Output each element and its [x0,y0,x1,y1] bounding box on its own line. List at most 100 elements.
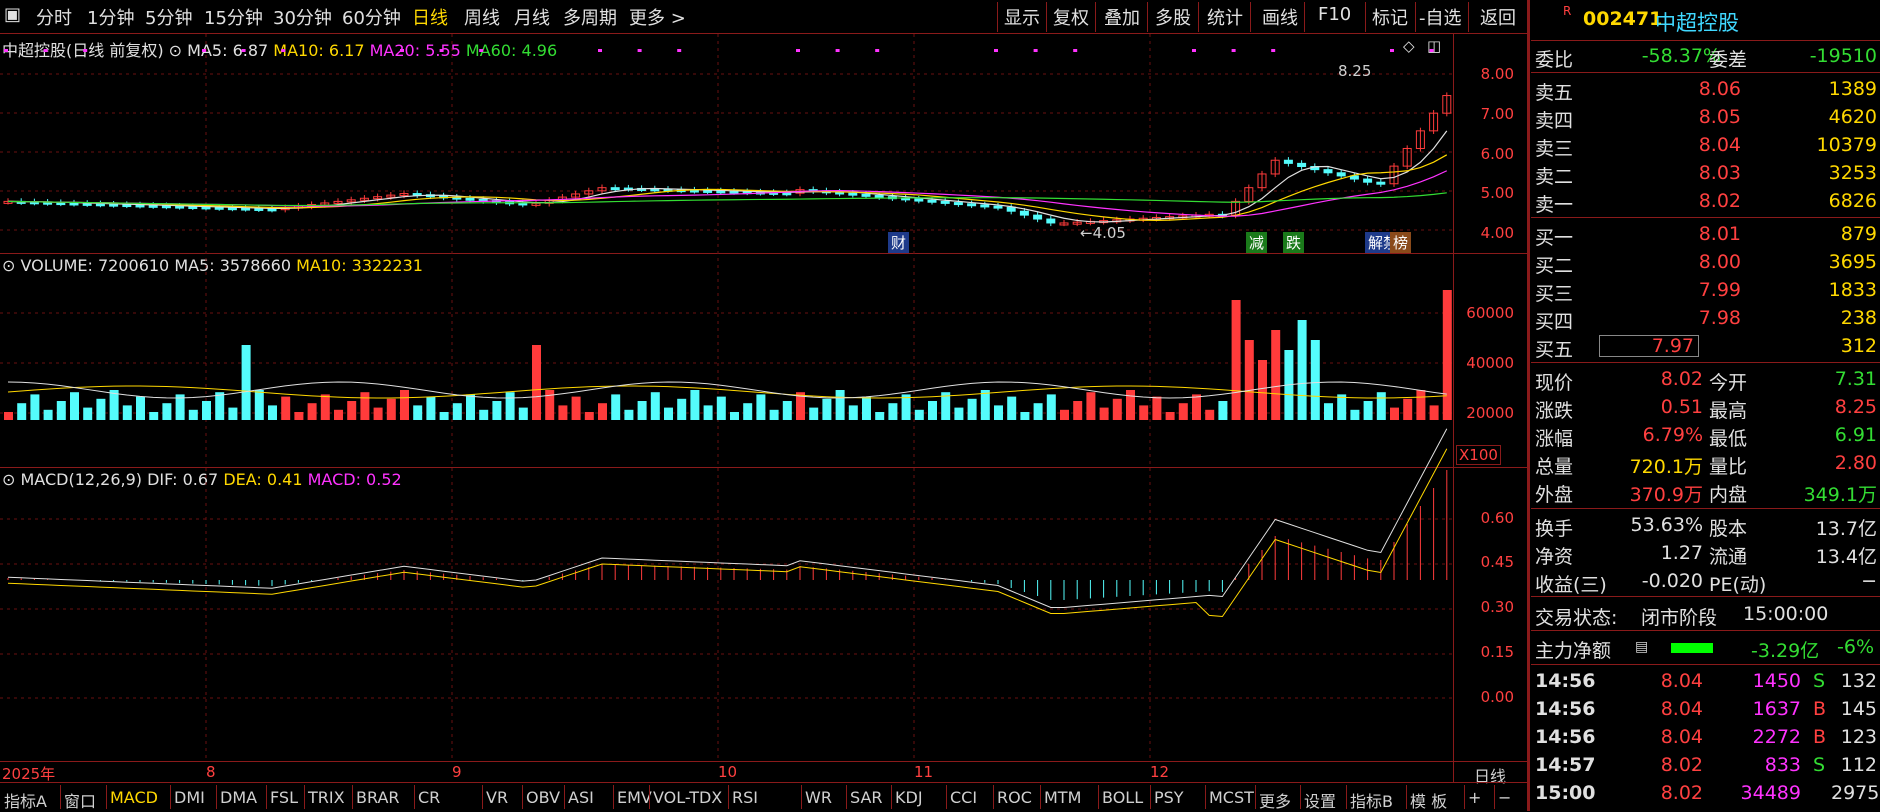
bid-volume: 312 [1840,335,1877,357]
candle [214,206,224,210]
indicator-tab[interactable]: OBV [526,788,560,807]
tab-5min[interactable]: 5分钟 [145,4,192,30]
candle [1006,206,1016,212]
volume-bar [373,407,383,420]
indicator-tab[interactable]: MTM [1044,788,1081,807]
indicator-tab[interactable]: ASI [568,788,594,807]
indicator-tab[interactable]: EMV [617,788,652,807]
volume-bar [1165,412,1175,420]
tab-daily[interactable]: 日线 [412,4,448,30]
btn-f10[interactable]: F10 [1318,4,1351,25]
window-menu-icon[interactable]: ▣ [4,4,21,25]
indicator-tab[interactable]: 指标B [1350,788,1393,812]
btn-display[interactable]: 显示 [1004,4,1040,30]
event-tag-fall[interactable]: 跌 [1283,232,1305,253]
volume-bar [413,405,423,420]
period-toolbar: ▣ 分时 1分钟 5分钟 15分钟 30分钟 60分钟 日线 周线 月线 多周期… [0,0,1530,34]
indicator-tab[interactable]: 模 板 [1410,788,1447,812]
indicator-tab[interactable]: DMI [174,788,205,807]
volume-bar [1324,403,1333,420]
macd-histogram [7,428,1448,618]
main-flow-row: 主力净额 ▤ -3.29亿 -6% [1535,636,1874,662]
stat-value: 8.25 [1834,396,1877,418]
tick-side: B [1813,698,1827,720]
event-tag-reduce[interactable]: 减 [1246,232,1268,253]
tab-15min[interactable]: 15分钟 [204,4,263,30]
volume-bar [1192,394,1201,420]
indicator-tab[interactable]: PSY [1154,788,1184,807]
volume-bar [624,409,634,420]
indicator-tab[interactable]: SAR [850,788,883,807]
btn-stats[interactable]: 统计 [1207,4,1243,30]
volume-bar [241,345,251,420]
candle [874,195,884,199]
indicator-tab[interactable]: 指标A [4,788,47,812]
tab-1min[interactable]: 1分钟 [87,4,134,30]
indicator-tab[interactable]: FSL [270,788,298,807]
btn-fuquan[interactable]: 复权 [1053,4,1089,30]
candle [175,205,185,209]
indicator-tab[interactable]: MCST [1209,788,1254,807]
btn-draw[interactable]: 画线 [1262,4,1298,30]
volume-bar [188,409,198,420]
signal-dot [1271,49,1276,52]
signal-dot [4,49,8,52]
ask-volume: 6826 [1828,190,1877,212]
indicator-tab[interactable]: ROC [997,788,1032,807]
btn-overlay[interactable]: 叠加 [1104,4,1140,30]
volume-bar [17,403,27,420]
volume-bar [743,403,753,420]
quote-stat-row: 总量 720.1万 量比 2.80 [1535,452,1877,478]
tick-count: 112 [1840,754,1877,776]
volume-bar [967,398,977,420]
tab-monthly[interactable]: 月线 [514,4,550,30]
tab-60min[interactable]: 60分钟 [342,4,401,30]
indicator-tab[interactable]: − [1498,788,1511,807]
tick-price: 8.04 [1660,670,1703,692]
indicator-tab[interactable]: 更多 [1259,788,1291,812]
btn-watchlist[interactable]: -自选 [1419,4,1462,30]
chart-canvas[interactable] [0,34,1453,761]
volume-bar [386,398,396,420]
indicator-tab[interactable]: KDJ [895,788,923,807]
signal-dot [400,49,404,52]
indicator-tab[interactable]: 窗口 [64,788,96,812]
indicator-tab[interactable]: CCI [950,788,977,807]
tab-weekly[interactable]: 周线 [464,4,500,30]
volume-bar [281,396,291,420]
indicator-tab[interactable]: VOL-TDX [653,788,722,807]
indicator-tab[interactable]: RSI [732,788,758,807]
indicator-tab[interactable]: BOLL [1102,788,1143,807]
indicator-tab[interactable]: TRIX [308,788,345,807]
candle [716,190,726,194]
candle [1363,178,1373,183]
y-tick-8: 8.00 [1480,65,1514,83]
macd-tick-0.45: 0.45 [1480,553,1514,571]
indicator-tab[interactable]: DMA [220,788,257,807]
indicator-tab[interactable]: 设置 [1304,788,1336,812]
indicator-tab[interactable]: WR [805,788,832,807]
tab-fenshi[interactable]: 分时 [36,4,72,30]
event-tag-board[interactable]: 榜 [1390,232,1412,253]
tab-more[interactable]: 更多 > [629,4,686,30]
fundamental-value: 1.27 [1660,542,1703,564]
indicator-tab[interactable]: VR [486,788,508,807]
flow-detail-icon[interactable]: ▤ [1635,639,1648,655]
event-tag-finance[interactable]: 财 [888,232,910,253]
btn-back[interactable]: 返回 [1480,4,1516,30]
quote-stat-row: 涨幅 6.79% 最低 6.91 [1535,424,1877,450]
volume-bar [980,390,990,420]
btn-multi-stock[interactable]: 多股 [1155,4,1191,30]
indicator-tab[interactable]: MACD [110,788,158,807]
y-tick-5: 5.00 [1480,184,1514,202]
tab-multi-period[interactable]: 多周期 [563,4,617,30]
indicator-tab[interactable]: + [1468,788,1481,807]
volume-bar [611,394,621,420]
tab-30min[interactable]: 30分钟 [273,4,332,30]
btn-mark[interactable]: 标记 [1372,4,1408,30]
indicator-tab[interactable]: CR [418,788,440,807]
indicator-tab[interactable]: BRAR [356,788,400,807]
volume-bar [1429,405,1439,420]
candle [703,189,713,193]
signal-dot [835,49,840,52]
